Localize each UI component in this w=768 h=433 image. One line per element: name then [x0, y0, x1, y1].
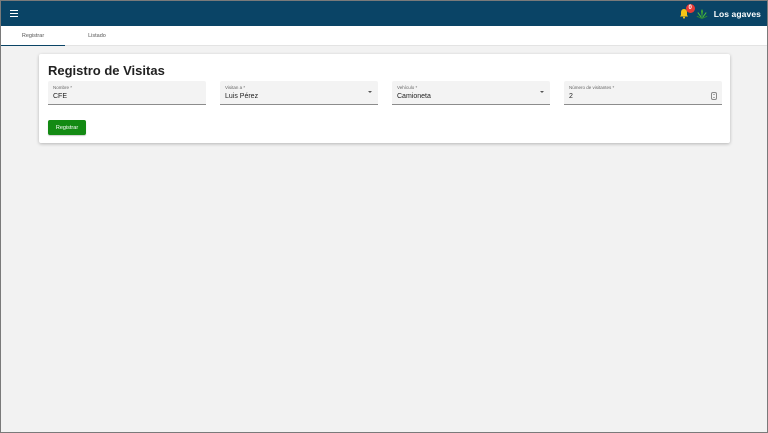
- agave-logo-icon: [696, 7, 709, 20]
- brand-name: Los agaves: [713, 8, 761, 19]
- tab-bar: Registrar Listado: [1, 26, 767, 46]
- visit-registration-card: Registro de Visitas Nombre * CFE Visitan…: [39, 54, 730, 143]
- number-stepper-icon[interactable]: [711, 92, 717, 100]
- page-title: Registro de Visitas: [48, 63, 165, 78]
- visitan-a-value: Luis Pérez: [225, 93, 259, 100]
- nombre-field[interactable]: Nombre * CFE: [48, 81, 206, 105]
- tab-registrar[interactable]: Registrar: [1, 26, 65, 46]
- top-app-bar: 0 Los agaves: [1, 1, 767, 26]
- chevron-down-icon[interactable]: [368, 91, 372, 93]
- nombre-value: CFE: [53, 93, 67, 100]
- appbar-actions: 0 Los agaves: [677, 3, 761, 21]
- notifications-badge: 0: [685, 3, 695, 13]
- numero-visitantes-input[interactable]: Número de visitantes * 2: [564, 81, 722, 105]
- app-window: 0 Los agaves Registrar Listado Registro …: [0, 0, 768, 433]
- vehiculo-select[interactable]: Vehículo * Camioneta: [392, 81, 550, 105]
- numero-visitantes-value: 2: [569, 93, 573, 100]
- visitan-a-select[interactable]: Visitan a * Luis Pérez: [220, 81, 378, 105]
- tab-listado[interactable]: Listado: [65, 26, 129, 46]
- vehiculo-value: Camioneta: [397, 93, 431, 100]
- visitan-a-label: Visitan a *: [225, 85, 246, 90]
- numero-visitantes-label: Número de visitantes *: [569, 85, 615, 90]
- nombre-label: Nombre *: [53, 85, 73, 90]
- chevron-down-icon[interactable]: [540, 91, 544, 93]
- notifications-bell-icon[interactable]: 0: [677, 3, 695, 21]
- vehiculo-label: Vehículo *: [397, 85, 418, 90]
- registrar-button[interactable]: Registrar: [48, 120, 86, 135]
- menu-icon[interactable]: [10, 7, 24, 21]
